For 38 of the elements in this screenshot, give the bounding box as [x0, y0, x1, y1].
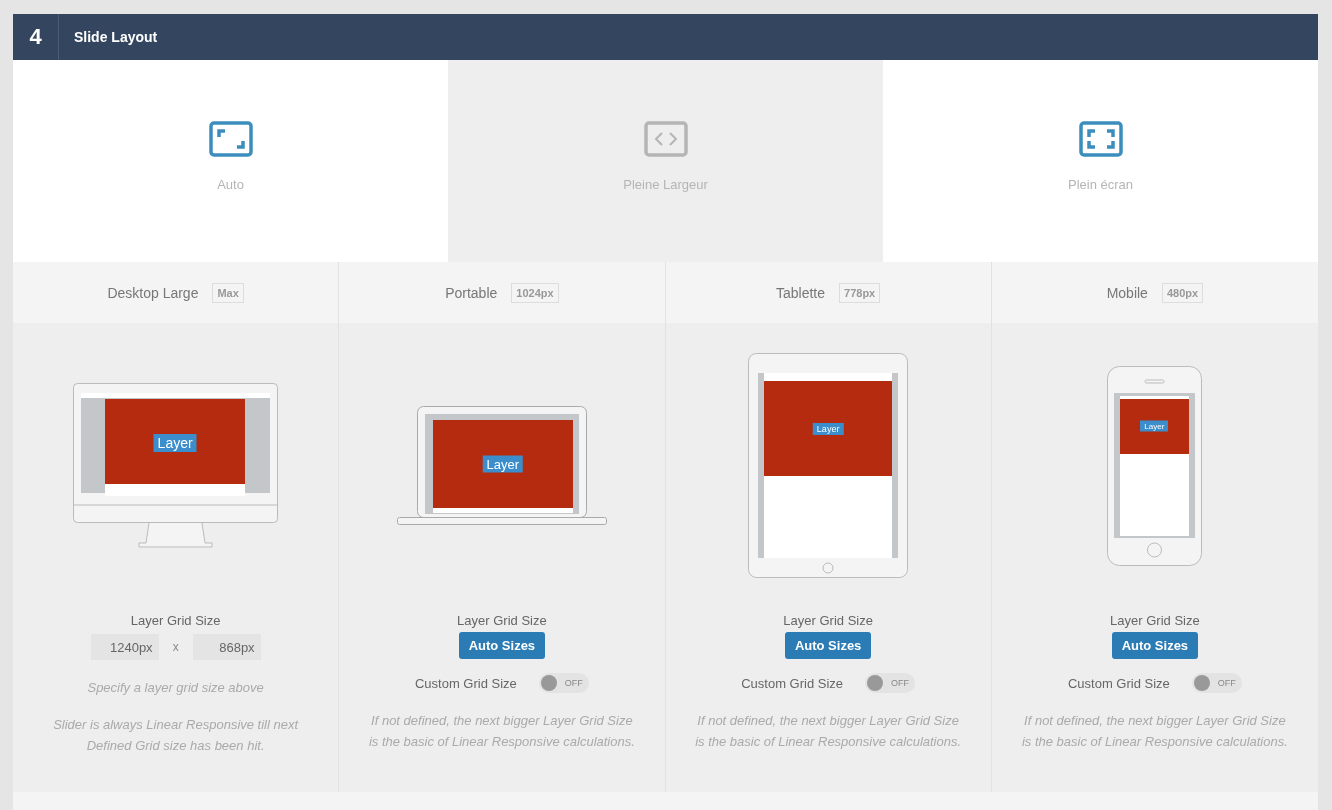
device-name: Desktop Large [107, 284, 199, 301]
custom-grid-label: Custom Grid Size [741, 675, 844, 691]
hint-text: If not defined, the next bigger Layer Grid Size is the basic of Linear Responsive calculations. [694, 712, 963, 751]
device-name: Portable [445, 284, 498, 301]
auto-sizes-button[interactable]: Auto Sizes [458, 632, 546, 659]
size-tag: 480px [1161, 282, 1204, 303]
device-name: Mobile [1106, 284, 1148, 301]
fullscreen-icon [1078, 120, 1123, 157]
size-tag: 778px [839, 282, 881, 303]
layer-tag: Layer [153, 434, 197, 452]
layout-option[interactable]: Pleine Largeur [448, 60, 883, 262]
grid-size-label: Layer Grid Size [457, 613, 547, 628]
size-tag: Max [212, 282, 244, 303]
auto-sizes-button[interactable]: Auto Sizes [784, 632, 872, 659]
grid-size-label: Layer Grid Size [130, 613, 221, 628]
grid-size-label: Layer Grid Size [783, 613, 873, 628]
custom-grid-label: Custom Grid Size [1067, 675, 1170, 691]
size-tag: 1024px [511, 282, 559, 303]
layer-tag: Layer [1140, 420, 1169, 431]
height-input[interactable]: 868px [192, 634, 261, 660]
layer-tag: Layer [482, 455, 524, 472]
toggle-switch[interactable]: OFF [865, 673, 916, 693]
grid-size-label: Layer Grid Size [1110, 613, 1200, 628]
toggle-switch[interactable]: OFF [538, 673, 589, 693]
resize-icon [208, 120, 253, 157]
section-title: Slide Layout [73, 29, 158, 45]
hint-text: Slider is always Linear Responsive till next Defined Grid size has been hit. [52, 715, 300, 755]
hint-text: If not defined, the next bigger Layer Grid Size is the basic of Linear Responsive calculations. [367, 712, 636, 751]
width-input[interactable]: 1240px [90, 634, 159, 660]
toggle-switch[interactable]: OFF [1191, 673, 1242, 693]
device-name: Tablette [776, 284, 826, 301]
hint-text: Specify a layer grid size above [86, 679, 265, 697]
hint-text: If not defined, the next bigger Layer Grid Size is the basic of Linear Responsive calculations. [1020, 712, 1289, 751]
layer-tag: Layer [812, 423, 844, 435]
auto-sizes-button[interactable]: Auto Sizes [1111, 632, 1199, 659]
times-sign: x [172, 640, 179, 654]
code-brackets-icon [643, 120, 688, 157]
custom-grid-label: Custom Grid Size [414, 675, 517, 691]
